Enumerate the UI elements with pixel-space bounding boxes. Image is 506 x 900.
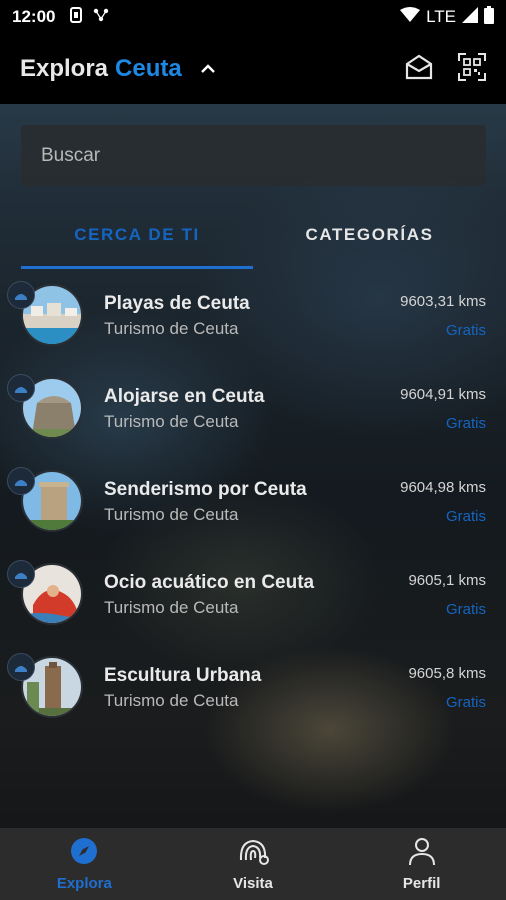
active-tab-indicator xyxy=(21,266,253,269)
place-list: Playas de Ceuta Turismo de Ceuta 9603,31… xyxy=(0,278,506,743)
item-price: Gratis xyxy=(445,694,486,711)
tab-cerca-de-ti[interactable]: CERCA DE TI xyxy=(21,204,253,266)
title-prefix: Explora xyxy=(20,55,109,82)
mail-open-icon[interactable] xyxy=(404,53,434,86)
item-name: Escultura Urbana xyxy=(104,665,262,686)
item-price: Gratis xyxy=(445,601,486,618)
tourism-badge-icon xyxy=(7,560,35,588)
item-price: Gratis xyxy=(445,322,486,339)
share-notification-icon xyxy=(93,8,109,26)
list-item[interactable]: Senderismo por Ceuta Turismo de Ceuta 96… xyxy=(0,464,506,557)
nav-visita[interactable]: Visita xyxy=(169,828,338,900)
fingerprint-icon xyxy=(236,836,270,871)
wifi-icon xyxy=(400,6,421,28)
status-bar: 12:00 LTE xyxy=(0,0,506,34)
item-subtitle: Turismo de Ceuta xyxy=(104,412,239,431)
item-price: Gratis xyxy=(445,415,486,432)
item-distance: 9604,98 kms xyxy=(400,479,486,496)
list-item[interactable]: Escultura Urbana Turismo de Ceuta 9605,8… xyxy=(0,650,506,743)
signal-icon xyxy=(462,6,478,28)
item-subtitle: Turismo de Ceuta xyxy=(104,505,239,524)
item-name: Playas de Ceuta xyxy=(104,293,250,314)
search-input[interactable] xyxy=(41,144,466,167)
item-name: Ocio acuático en Ceuta xyxy=(104,572,315,593)
person-icon xyxy=(407,836,437,871)
item-price: Gratis xyxy=(445,508,486,525)
tab-bar: CERCA DE TI CATEGORÍAS xyxy=(0,204,506,270)
item-subtitle: Turismo de Ceuta xyxy=(104,319,239,338)
chevron-up-icon[interactable] xyxy=(200,61,216,77)
item-subtitle: Turismo de Ceuta xyxy=(104,598,239,617)
nav-label-perfil: Perfil xyxy=(402,875,441,892)
tourism-badge-icon xyxy=(7,653,35,681)
app-bar: Explora Ceuta xyxy=(0,34,506,104)
tab-categorias[interactable]: CATEGORÍAS xyxy=(253,204,486,266)
item-name: Senderismo por Ceuta xyxy=(104,479,307,500)
list-item[interactable]: Alojarse en Ceuta Turismo de Ceuta 9604,… xyxy=(0,371,506,464)
tourism-badge-icon xyxy=(7,281,35,309)
tourism-badge-icon xyxy=(7,374,35,402)
item-distance: 9605,8 kms xyxy=(408,665,486,682)
nav-perfil[interactable]: Perfil xyxy=(337,828,506,900)
item-distance: 9603,31 kms xyxy=(400,293,486,310)
status-time: 12:00 xyxy=(12,7,56,26)
nav-explora[interactable]: Explora xyxy=(0,828,169,900)
search-bar[interactable] xyxy=(21,125,486,186)
item-subtitle: Turismo de Ceuta xyxy=(104,691,239,710)
city-name: Ceuta xyxy=(115,55,182,82)
nav-label-visita: Visita xyxy=(233,875,273,892)
item-distance: 9605,1 kms xyxy=(408,572,486,589)
item-name: Alojarse en Ceuta xyxy=(104,386,265,407)
item-distance: 9604,91 kms xyxy=(400,386,486,403)
tourism-badge-icon xyxy=(7,467,35,495)
compass-icon xyxy=(69,836,99,871)
network-type: LTE xyxy=(426,7,456,26)
sim-icon xyxy=(69,6,83,28)
app-title[interactable]: Explora Ceuta xyxy=(20,55,182,83)
list-item[interactable]: Playas de Ceuta Turismo de Ceuta 9603,31… xyxy=(0,278,506,371)
bottom-navigation: Explora Visita Perfil xyxy=(0,828,506,900)
battery-icon xyxy=(484,5,494,29)
qr-scan-icon[interactable] xyxy=(458,52,486,86)
list-item[interactable]: Ocio acuático en Ceuta Turismo de Ceuta … xyxy=(0,557,506,650)
nav-label-explora: Explora xyxy=(56,875,112,892)
